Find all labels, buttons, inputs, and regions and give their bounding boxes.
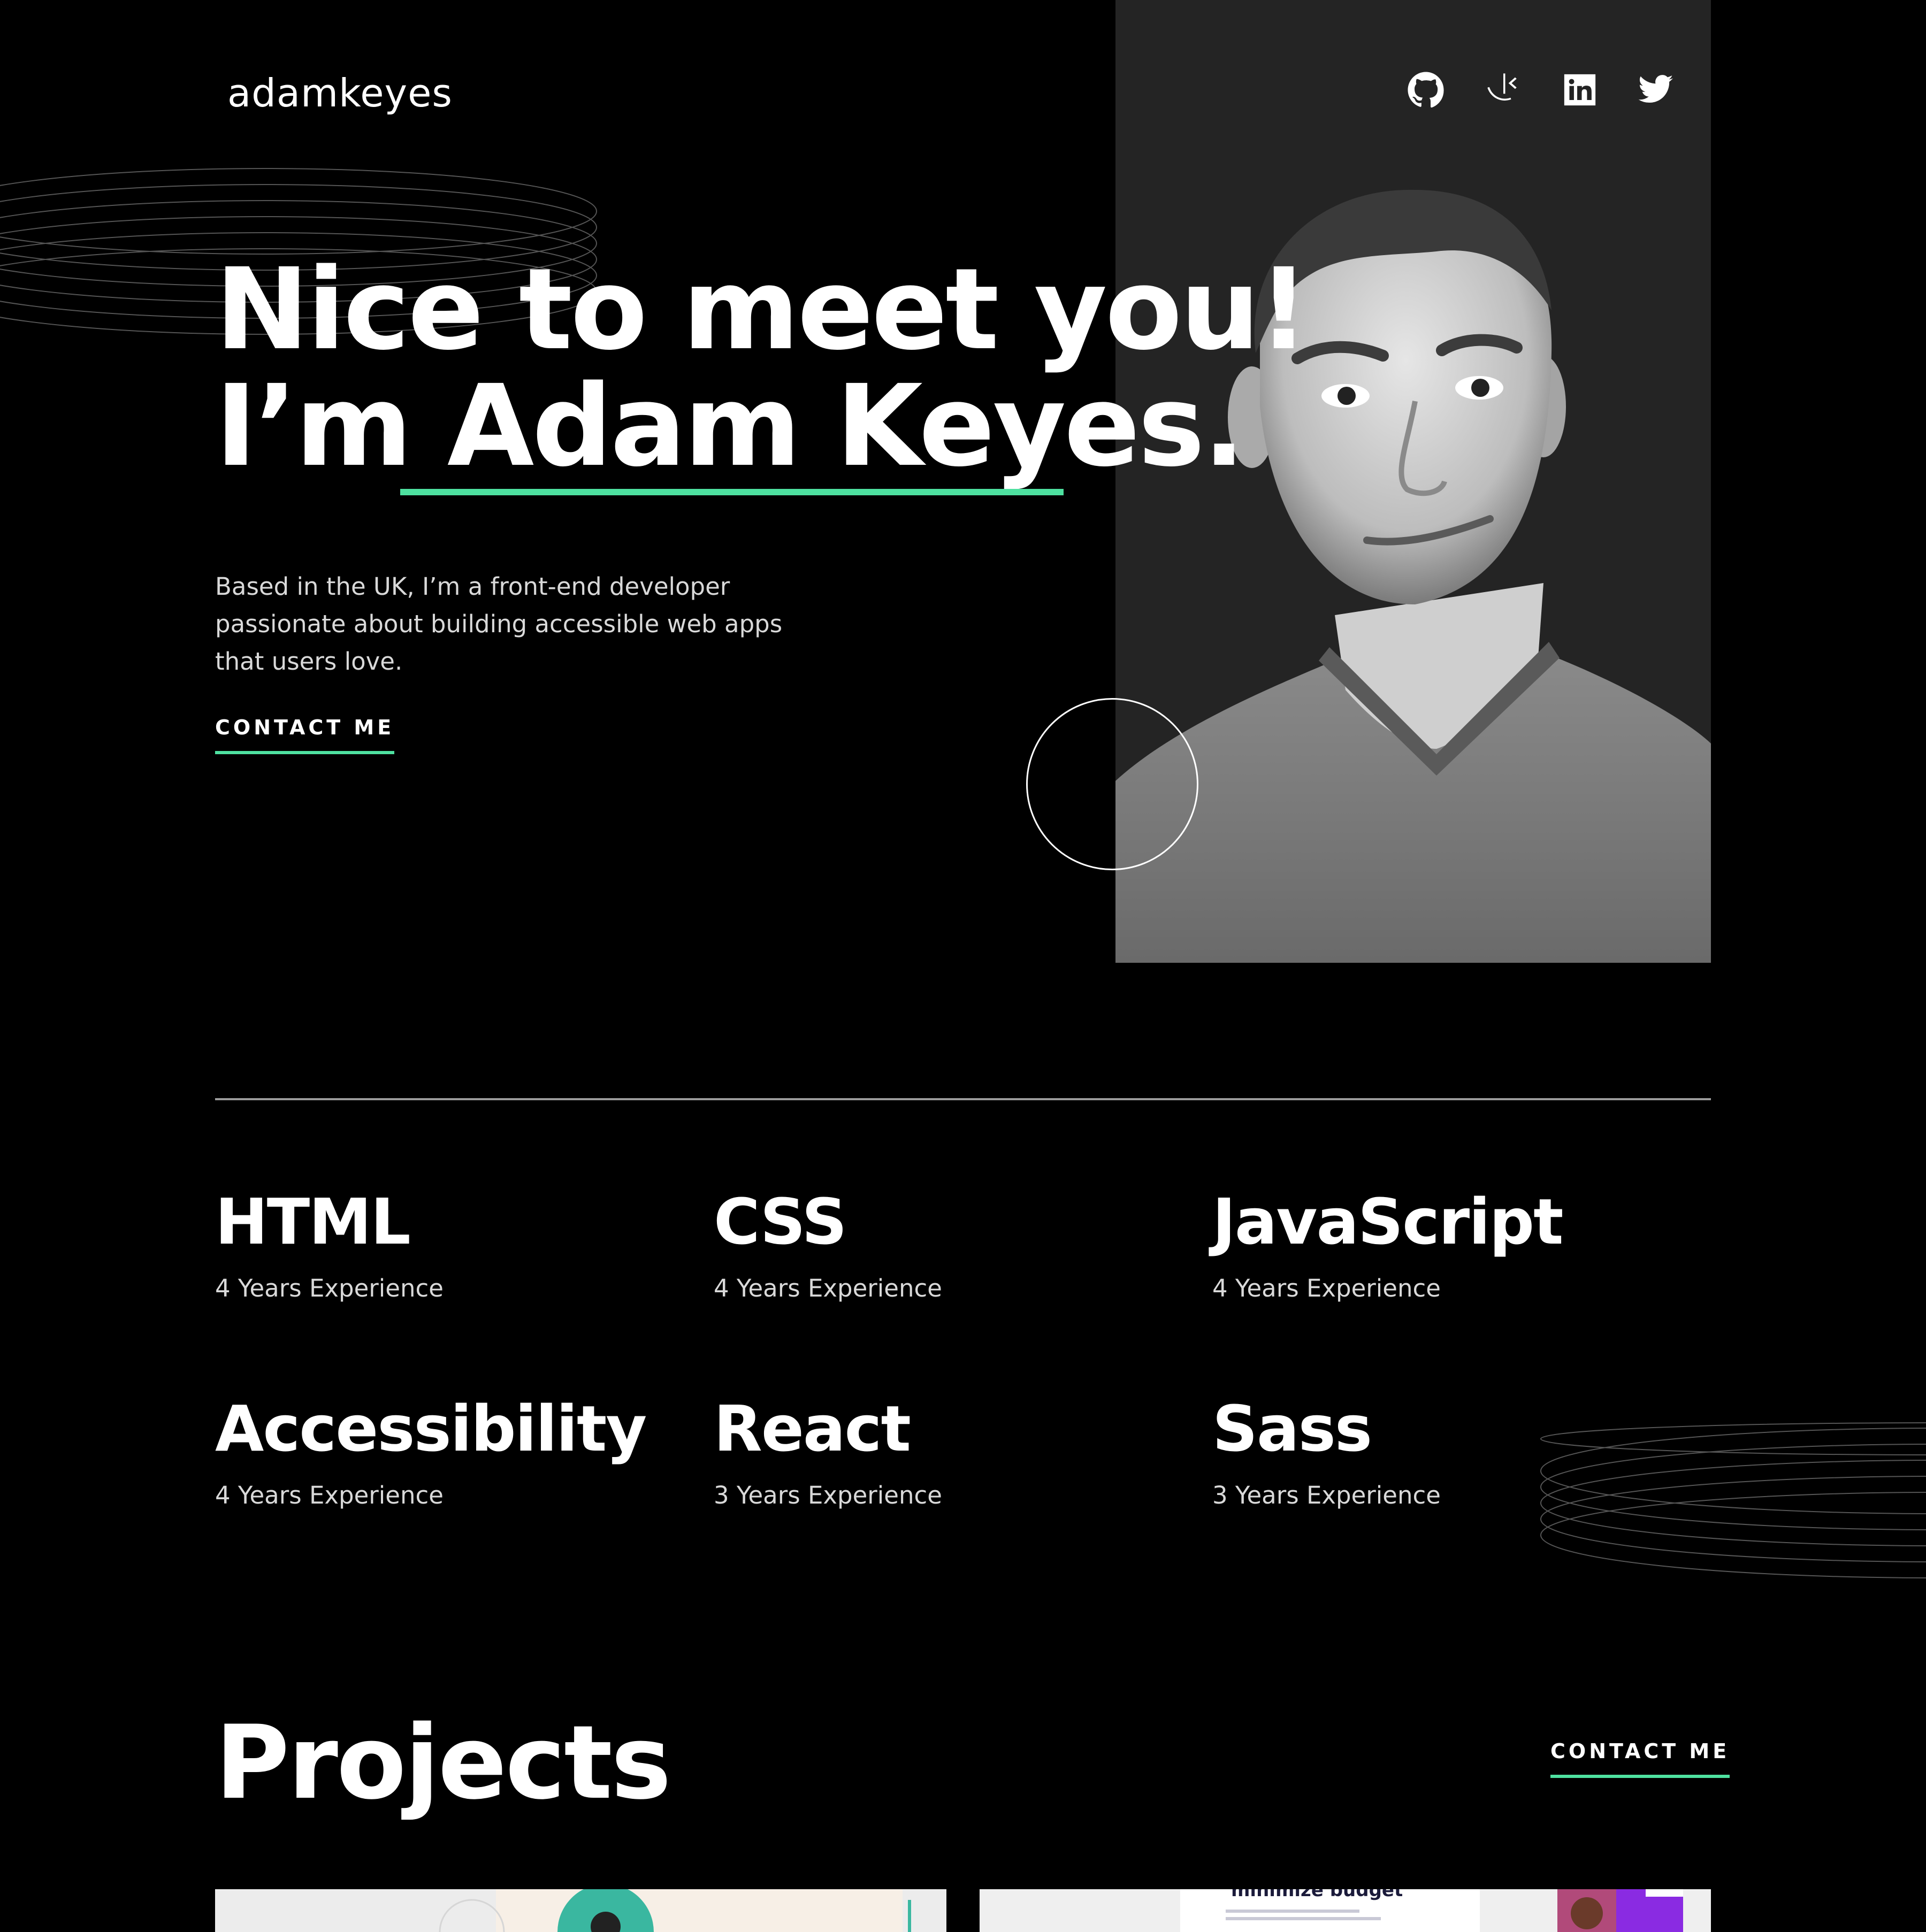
circle-decoration: [1026, 698, 1198, 870]
linkedin-icon: [1564, 74, 1596, 106]
rings-decoration: [1540, 1422, 1926, 1578]
hero-heading: Nice to meet you! I’m Adam Keyes.: [215, 244, 1309, 485]
project-thumbnail[interactable]: minimize budget: [980, 1889, 1711, 1932]
skill-name: React: [714, 1392, 911, 1466]
linkedin-link[interactable]: [1558, 68, 1601, 111]
section-divider: [215, 1098, 1711, 1100]
twitter-link[interactable]: [1634, 68, 1677, 111]
projects-contact-me-button[interactable]: CONTACT ME: [1550, 1739, 1730, 1778]
skill-experience: 4 Years Experience: [714, 1274, 942, 1302]
skill-name: JavaScript: [1212, 1185, 1564, 1259]
skill-experience: 4 Years Experience: [215, 1481, 444, 1509]
skill-name: Accessibility: [215, 1392, 647, 1466]
hero-heading-line1: Nice to meet you!: [215, 244, 1309, 375]
skill-name: CSS: [714, 1185, 847, 1259]
contact-me-button[interactable]: CONTACT ME: [215, 716, 395, 754]
hero-heading-line2: I’m Adam Keyes.: [215, 368, 1307, 485]
project-thumbnail-caption: minimize budget: [1231, 1889, 1403, 1901]
project-preview-image: [215, 1889, 946, 1932]
skill-experience: 4 Years Experience: [1212, 1274, 1441, 1302]
hero-heading-name: Adam Keyes: [447, 361, 1205, 492]
name-underline: [400, 489, 1064, 495]
twitter-icon: [1638, 75, 1673, 103]
skill-experience: 4 Years Experience: [215, 1274, 444, 1302]
skill-experience: 3 Years Experience: [1212, 1481, 1441, 1509]
projects-heading: Projects: [215, 1704, 671, 1822]
skill-experience: 3 Years Experience: [714, 1481, 942, 1509]
skill-name: Sass: [1212, 1392, 1372, 1466]
frontend-mentor-icon: [1487, 73, 1517, 101]
github-icon: [1408, 72, 1444, 108]
hero-description: Based in the UK, I’m a front-end develop…: [215, 572, 783, 676]
hero-heading-suffix: .: [1203, 361, 1245, 492]
github-link[interactable]: [1404, 68, 1447, 111]
skill-name: HTML: [215, 1185, 411, 1259]
site-logo[interactable]: adamkeyes: [227, 71, 453, 116]
project-thumbnail[interactable]: [215, 1889, 946, 1932]
frontend-mentor-link[interactable]: [1482, 68, 1525, 111]
hero-heading-prefix: I’m: [215, 361, 447, 492]
